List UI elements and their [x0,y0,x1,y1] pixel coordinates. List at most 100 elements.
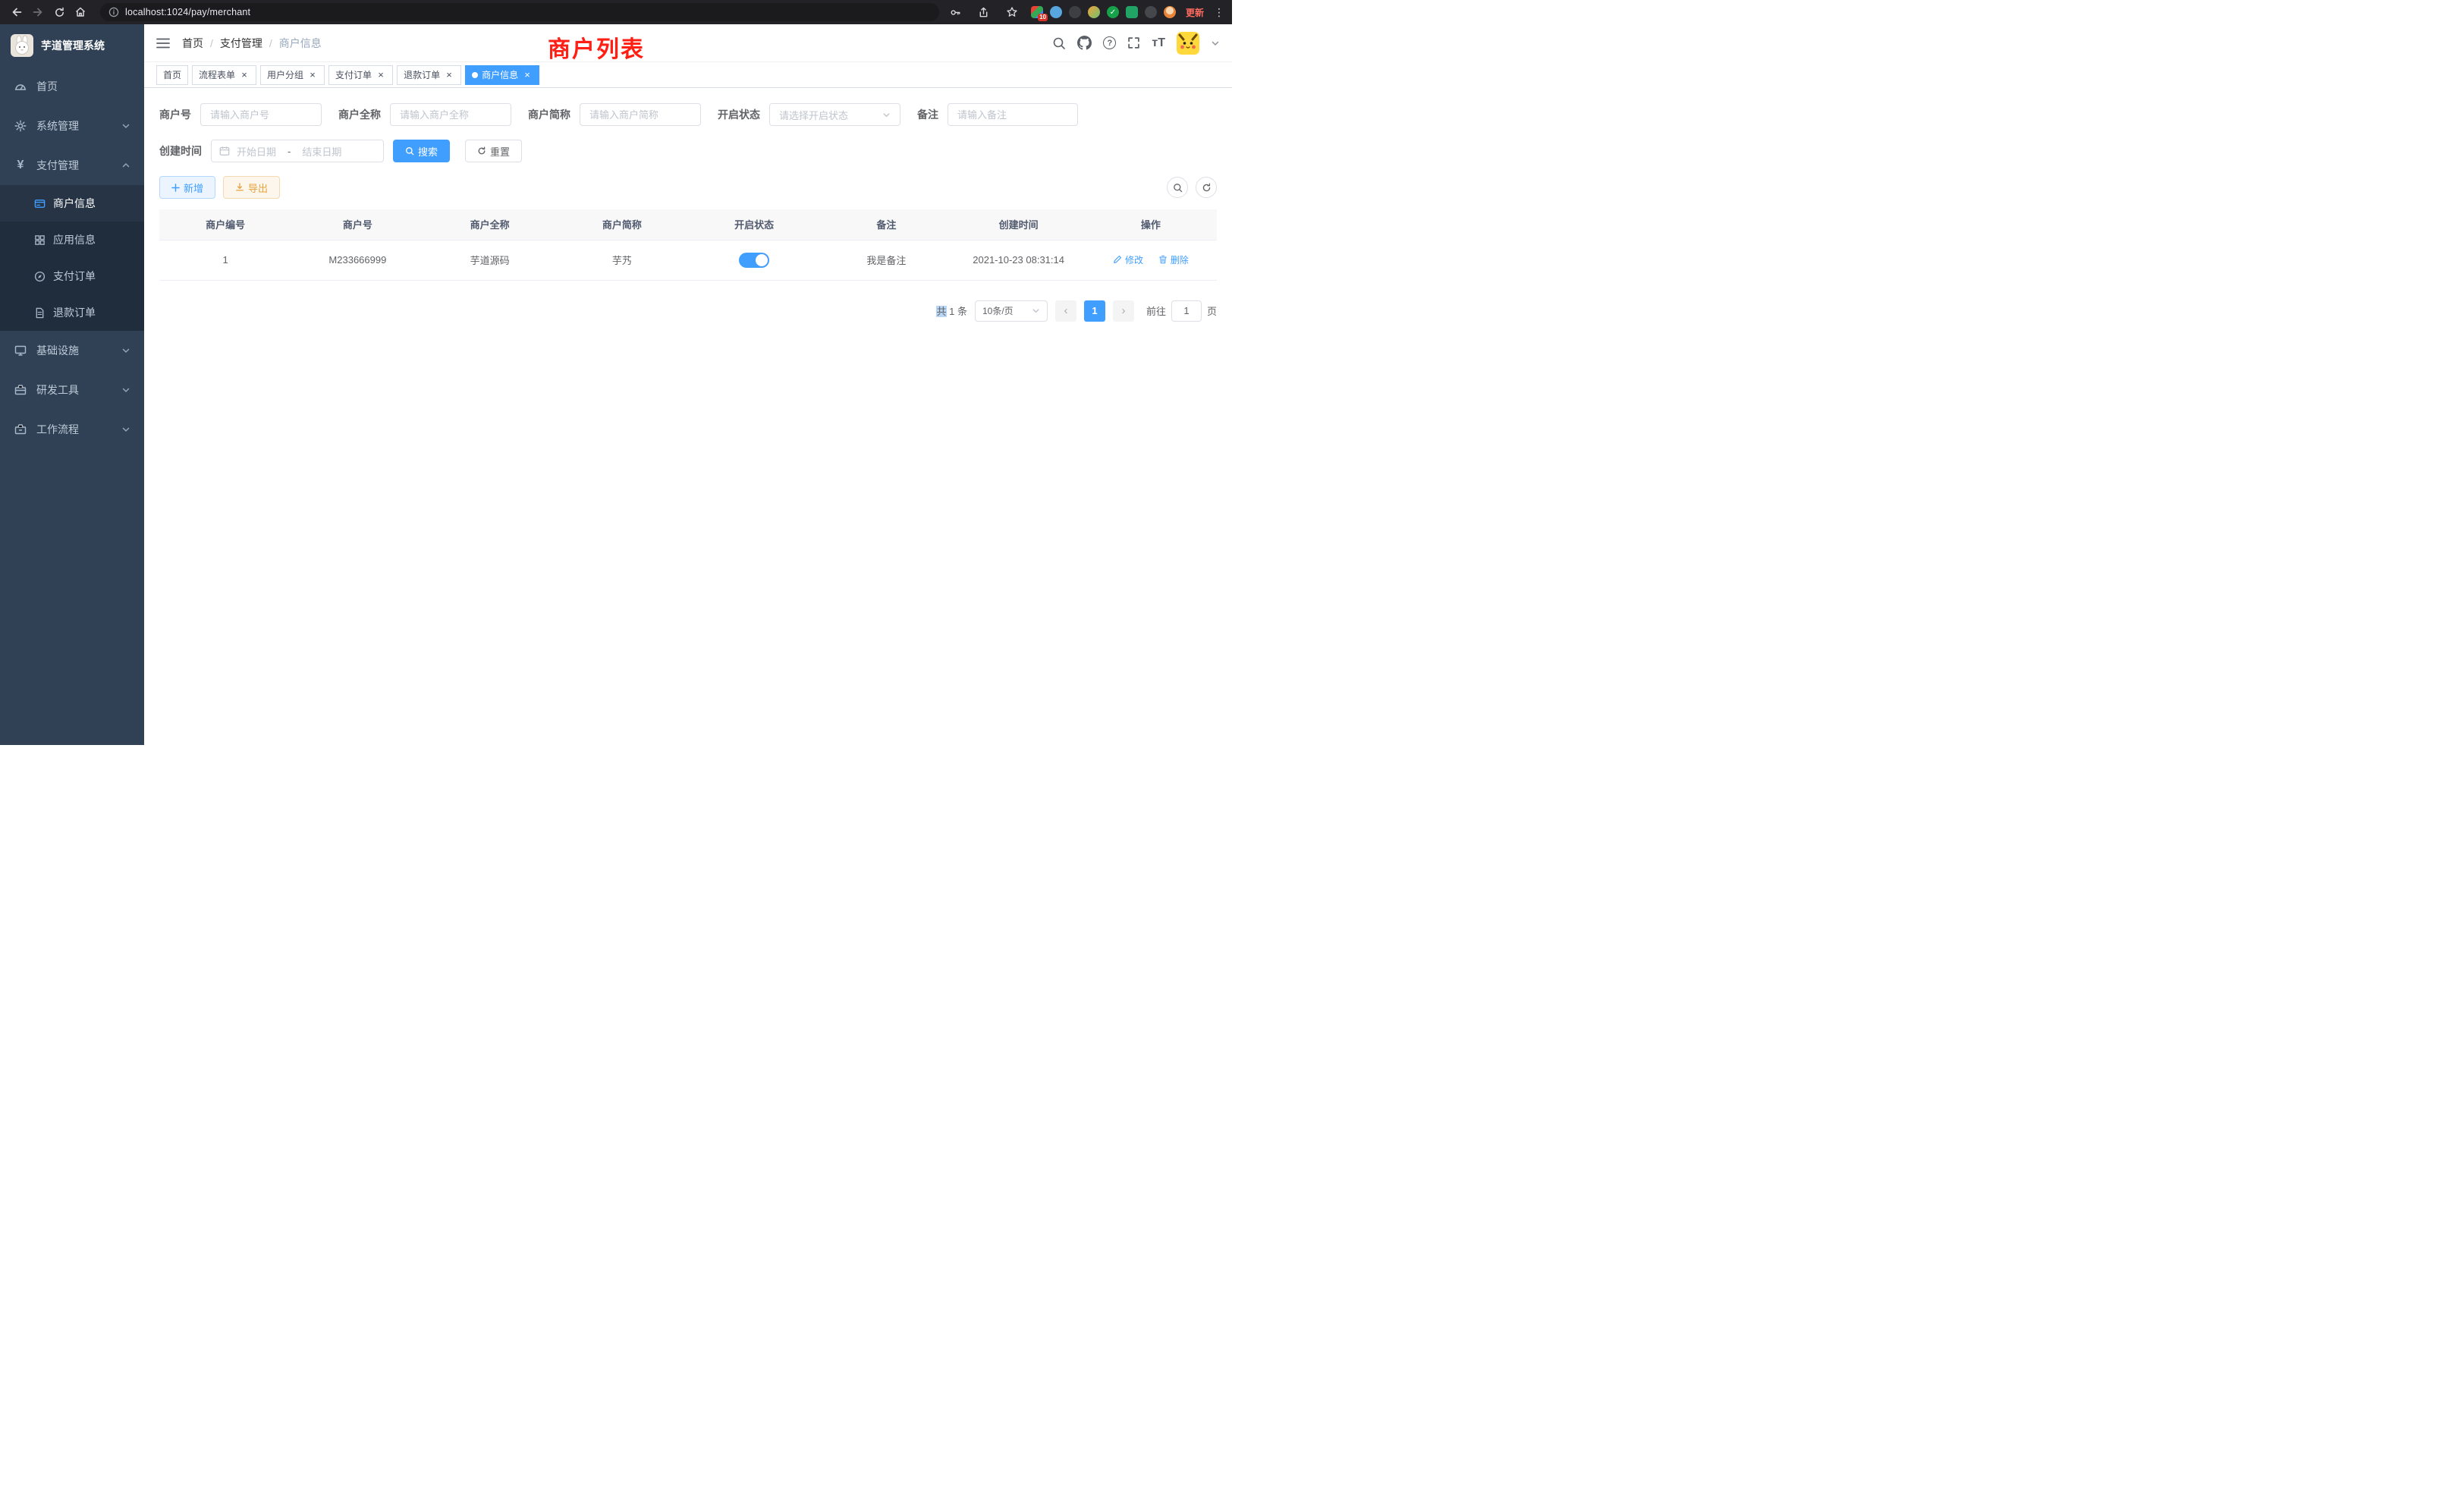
goto-page-input[interactable] [1171,300,1202,322]
help-icon[interactable]: ? [1103,36,1116,49]
filter-row-2: 创建时间 开始日期 - 结束日期 搜索 [159,140,1217,162]
column-header: 创建时间 [953,209,1085,240]
filter-merchant-no: 商户号 [159,103,322,126]
password-key-icon[interactable] [947,3,965,21]
tab-user-group[interactable]: 用户分组 × [260,65,325,85]
next-page-button[interactable]: › [1113,300,1134,322]
prev-page-button[interactable]: ‹ [1055,300,1076,322]
share-icon[interactable] [975,3,993,21]
extension-avatar-icon[interactable] [1088,6,1100,18]
font-size-icon[interactable]: ᴛT [1152,36,1165,50]
page-info-icon[interactable] [108,7,119,17]
payment-submenu: 商户信息 应用信息 支付订单 [0,185,144,331]
app-logo[interactable]: 芋道管理系统 [0,24,144,67]
status-select[interactable]: 请选择开启状态 [769,103,900,126]
column-header: 商户全称 [424,209,556,240]
merchant-name-input[interactable] [390,103,511,126]
close-icon[interactable]: × [376,70,386,80]
sidebar-item-merchant-info[interactable]: 商户信息 [0,185,144,222]
breadcrumb-home[interactable]: 首页 [182,36,203,51]
field-label: 商户全称 [338,107,381,122]
tab-pay-orders[interactable]: 支付订单 × [328,65,393,85]
bank-card-icon [33,198,46,209]
sidebar-item-pay-orders[interactable]: 支付订单 [0,258,144,294]
extension-check-icon[interactable]: ✓ [1107,6,1119,18]
page-annotation: 商户列表 [548,30,645,64]
sidebar-item-system[interactable]: 系统管理 [0,106,144,146]
field-label: 商户号 [159,107,191,122]
table-header-row: 商户编号 商户号 商户全称 商户简称 开启状态 备注 创建时间 操作 [159,209,1217,240]
tab-merchant-info[interactable]: 商户信息 × [465,65,539,85]
filter-status: 开启状态 请选择开启状态 [718,103,900,126]
navbar-actions: ? ᴛT [1052,32,1220,55]
sidebar: 芋道管理系统 首页 系统管理 [0,24,144,745]
browser-update-button[interactable]: 更新 [1183,5,1207,20]
compass-icon [33,271,46,282]
reset-button[interactable]: 重置 [465,140,522,162]
close-icon[interactable]: × [522,70,533,80]
page-size-select[interactable]: 10条/页 [975,300,1048,322]
hamburger-icon[interactable] [156,37,170,49]
status-toggle[interactable] [739,253,769,268]
home-icon[interactable] [71,3,90,21]
github-icon[interactable] [1077,36,1092,50]
edit-link[interactable]: 修改 [1113,253,1143,266]
merchant-no-input[interactable] [200,103,322,126]
sidebar-item-infrastructure[interactable]: 基础设施 [0,331,144,370]
close-icon[interactable]: × [239,70,250,80]
merchant-table: 商户编号 商户号 商户全称 商户简称 开启状态 备注 创建时间 操作 1 [159,209,1217,281]
delete-link[interactable]: 删除 [1158,253,1189,266]
breadcrumb: 首页 / 支付管理 / 商户信息 [182,36,322,51]
tab-refund-orders[interactable]: 退款订单 × [397,65,461,85]
breadcrumb-payment[interactable]: 支付管理 [220,36,262,51]
refresh-table-icon[interactable] [1196,177,1217,198]
extension-drop-icon[interactable] [1050,6,1062,18]
filter-row-1: 商户号 商户全称 商户简称 开启状态 请选择开启状态 [159,103,1217,126]
sidebar-item-home[interactable]: 首页 [0,67,144,106]
grid-icon [33,234,46,246]
add-button[interactable]: 新增 [159,176,215,199]
filter-create-time: 创建时间 开始日期 - 结束日期 [159,140,384,162]
field-label: 商户简称 [528,107,570,122]
tab-label: 退款订单 [404,68,440,81]
filter-remark: 备注 [917,103,1078,126]
export-button[interactable]: 导出 [223,176,280,199]
kebab-menu-icon[interactable]: ⋮ [1214,8,1224,16]
fullscreen-icon[interactable] [1127,36,1140,49]
sidebar-item-label: 退款订单 [53,305,96,320]
search-button[interactable]: 搜索 [393,140,450,162]
back-icon[interactable] [8,3,26,21]
sidebar-item-refund-orders[interactable]: 退款订单 [0,294,144,331]
user-avatar[interactable] [1177,32,1199,55]
tab-process-form[interactable]: 流程表单 × [192,65,256,85]
close-icon[interactable]: × [444,70,454,80]
bookmark-star-icon[interactable] [1003,3,1021,21]
close-icon[interactable]: × [307,70,318,80]
remark-input[interactable] [948,103,1078,126]
extension-puzzle-icon[interactable]: 10 [1031,6,1043,18]
merchant-short-name-input[interactable] [580,103,701,126]
sidebar-item-payment[interactable]: ¥ 支付管理 [0,146,144,185]
sidebar-item-app-info[interactable]: 应用信息 [0,222,144,258]
date-range-picker[interactable]: 开始日期 - 结束日期 [211,140,384,162]
filter-merchant-short-name: 商户简称 [528,103,701,126]
extension-notes-icon[interactable] [1126,6,1138,18]
caret-down-icon[interactable] [1211,39,1220,48]
edit-link-label: 修改 [1125,253,1143,266]
toggle-search-icon[interactable] [1167,177,1188,198]
forward-icon[interactable] [29,3,47,21]
tab-label: 支付订单 [335,68,372,81]
search-icon[interactable] [1052,36,1066,50]
refresh-icon[interactable] [50,3,68,21]
sidebar-item-workflow[interactable]: 工作流程 [0,410,144,449]
chevron-down-icon [121,346,130,355]
tab-home[interactable]: 首页 [156,65,188,85]
profile-avatar-icon[interactable] [1164,6,1176,18]
address-bar[interactable]: localhost:1024/pay/merchant [100,3,939,21]
tags-view: 首页 流程表单 × 用户分组 × 支付订单 × [144,62,1232,88]
page-number-button[interactable]: 1 [1084,300,1105,322]
sidebar-item-devtools[interactable]: 研发工具 [0,370,144,410]
total-count-prefix: 共 [936,306,946,317]
extension-globe-icon[interactable] [1069,6,1081,18]
extension-pin-icon[interactable] [1145,6,1157,18]
